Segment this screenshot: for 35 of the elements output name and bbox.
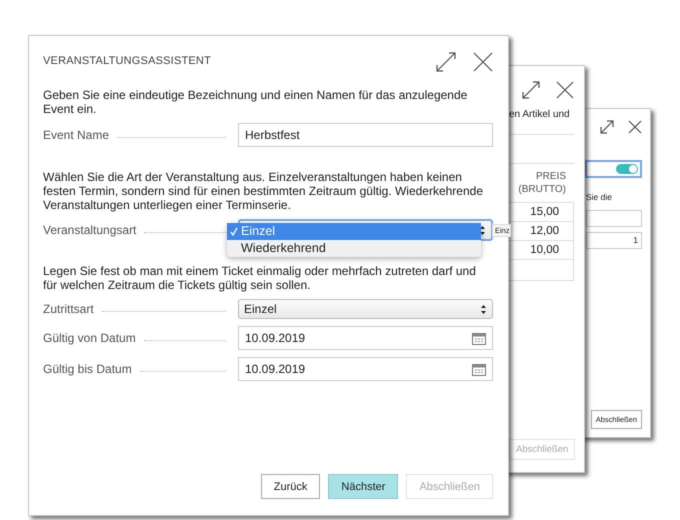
input-field[interactable] [586,210,642,227]
date-field[interactable]: 10.09.2019 [238,357,493,381]
toggle-switch[interactable] [616,164,638,174]
instruction-text: Wählen Sie die Art der Veranstaltung aus. Einzelveranstaltungen haben keinen festen Termin, sondern sind für einen bestimmten Zeitraum gültig. Wiederkehrende Veranstaltungen unterliegen einer Terminserie. [43,170,484,212]
select-arrows-icon[interactable] [480,304,487,314]
dropdown[interactable]: Einzel [238,299,493,319]
instruction-text: Legen Sie fest ob man mit einem Ticket einmalig oder mehrfach zutreten darf und für welchen Zeitraum die Tickets gültig sein sollen. [43,264,477,292]
expand-icon[interactable] [436,52,456,72]
menu-option[interactable]: Einzel [227,223,481,240]
date-field[interactable]: 10.09.2019 [238,326,493,350]
window-title: VERANSTALTUNGSASSISTENT [43,55,211,67]
column-header: PREIS (BRUTTO) [517,170,566,196]
back-button[interactable]: Zurück [260,474,320,499]
select-arrows-icon[interactable] [479,224,486,236]
instruction-text: Geben Sie eine eindeutige Bezeichnung und einen Namen für das anzulegende Event ein. [43,88,468,116]
close-icon[interactable] [473,52,493,72]
close-icon[interactable] [628,120,642,134]
field-label: Zutrittsart [43,302,94,316]
input-field[interactable]: Herbstfest [238,123,493,147]
field-label: Gültig bis Datum [43,362,132,376]
calendar-icon[interactable] [472,332,486,344]
close-icon[interactable] [556,81,574,99]
menu-option[interactable]: Wiederkehrend [227,240,481,257]
instruction-text: Sie die [586,192,613,202]
field-label: Veranstaltungsart [43,223,136,237]
next-button[interactable]: Nächster [328,474,398,499]
field-label: Event Name [43,128,110,142]
expand-icon[interactable] [522,81,540,99]
check-icon[interactable] [230,227,238,236]
calendar-icon[interactable] [472,362,486,376]
toggle-field[interactable] [585,160,642,178]
field-label: Gültig von Datum [43,331,136,345]
expand-icon[interactable] [600,120,614,134]
instruction-text: en Artikel und [509,109,570,120]
input-field[interactable]: 1 [586,232,642,249]
